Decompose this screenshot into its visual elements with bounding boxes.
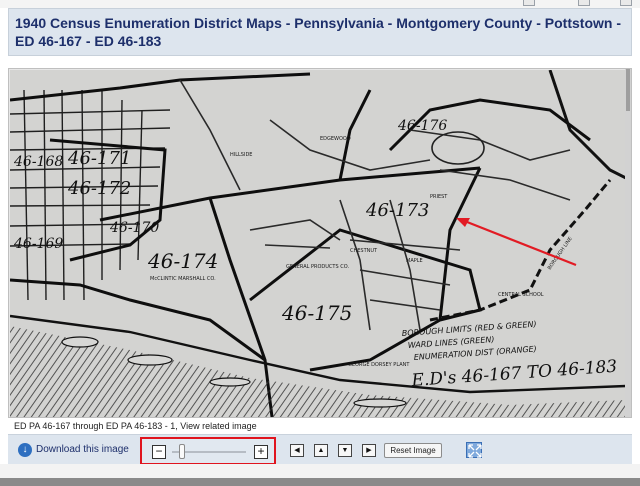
district-label: 46-176 xyxy=(397,118,447,134)
reset-image-button[interactable]: Reset Image xyxy=(384,443,442,458)
place-label: CENTRAL SCHOOL xyxy=(498,292,544,298)
zoom-in-button[interactable]: + xyxy=(254,445,268,459)
place-label: MAPLE xyxy=(406,258,423,264)
zoom-slider-thumb[interactable] xyxy=(178,444,185,459)
page: 1940 Census Enumeration District Maps - … xyxy=(0,0,640,486)
place-label: GEORGE DORSEY PLANT xyxy=(348,362,410,368)
place-label: GENERAL PRODUCTS CO. xyxy=(286,264,349,270)
pan-left-button[interactable]: ◀ xyxy=(290,444,304,457)
bottom-bar xyxy=(0,478,640,486)
zoom-out-button[interactable]: − xyxy=(152,445,166,459)
place-label: PRIEST xyxy=(430,194,448,200)
place-label: McCLINTIC MARSHALL CO. xyxy=(150,276,216,282)
download-circle-icon[interactable]: ↓ xyxy=(18,443,32,457)
zoom-control-highlight: − + xyxy=(140,437,276,465)
tool-icon[interactable] xyxy=(620,0,632,6)
district-label: 46-172 xyxy=(67,178,131,199)
pan-right-button[interactable]: ▶ xyxy=(362,444,376,457)
tool-icon[interactable] xyxy=(578,0,590,6)
pan-down-button[interactable]: ▼ xyxy=(338,444,352,457)
fullscreen-icon[interactable] xyxy=(466,442,482,458)
district-label: 46-168 xyxy=(13,154,63,170)
place-label: HILLSIDE xyxy=(230,152,252,158)
title-bar: 1940 Census Enumeration District Maps - … xyxy=(8,8,632,56)
census-map-image[interactable]: 46-171 46-172 46-174 46-173 46-175 46-17… xyxy=(10,70,626,417)
district-label: 46-174 xyxy=(147,249,218,273)
district-label: 46-173 xyxy=(365,200,429,221)
district-label: 46-171 xyxy=(67,148,131,169)
pan-up-button[interactable]: ▲ xyxy=(314,444,328,457)
top-strip xyxy=(0,0,640,8)
place-label: CHESTNUT xyxy=(350,248,378,254)
place-label: EDGEWOOD xyxy=(320,136,351,142)
image-viewer[interactable]: 46-171 46-172 46-174 46-173 46-175 46-17… xyxy=(8,68,632,418)
page-title: 1940 Census Enumeration District Maps - … xyxy=(15,15,621,49)
viewer-toolbar: ↓ Download this image − + ◀ ▲ ▼ ▶ Reset … xyxy=(8,434,632,465)
download-link[interactable]: Download this image xyxy=(36,443,129,457)
viewer-scrollbar[interactable] xyxy=(625,69,631,417)
scrollbar-thumb[interactable] xyxy=(626,69,630,111)
image-caption[interactable]: ED PA 46-167 through ED PA 46-183 - 1, V… xyxy=(8,418,632,434)
tool-icon[interactable] xyxy=(523,0,535,6)
district-label: 46-170 xyxy=(109,220,159,236)
district-label: 46-169 xyxy=(13,236,63,252)
district-label: 46-175 xyxy=(281,301,352,325)
